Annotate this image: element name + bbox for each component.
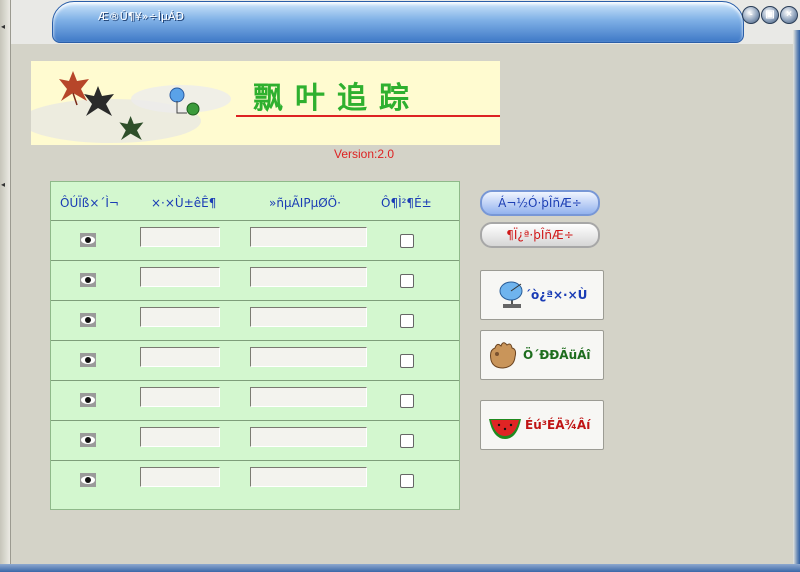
arrow-left-icon: ◂ — [1, 180, 6, 189]
table-row — [51, 340, 459, 381]
track-id-field[interactable] — [140, 347, 220, 367]
minimize-button[interactable]: - — [742, 6, 760, 24]
window-title: Æ®Û¶¥»÷ÌµÁÐ — [98, 10, 185, 23]
remote-checkbox[interactable] — [400, 474, 414, 488]
table-row — [51, 380, 459, 421]
track-id-field[interactable] — [140, 467, 220, 487]
eye-icon — [80, 273, 96, 287]
connect-server-button[interactable]: Á¬½Ó·þÎñÆ÷ — [480, 190, 600, 216]
eye-icon — [80, 473, 96, 487]
tracking-table: ÔÚÏß×´Ì¬ ×·×Ù±êÊ¶ »ñµÃIPµØÖ· Ô¶Ì²¶É± — [50, 181, 460, 510]
track-id-field[interactable] — [140, 427, 220, 447]
ip-address-field[interactable] — [250, 267, 367, 287]
watermelon-icon — [489, 419, 521, 439]
track-id-field[interactable] — [140, 267, 220, 287]
ip-address-field[interactable] — [250, 427, 367, 447]
title-bar[interactable]: Æ®Û¶¥»÷ÌµÁÐ - ▣ × — [0, 0, 800, 44]
track-id-field[interactable] — [140, 227, 220, 247]
version-label: Version:2.0 — [334, 147, 395, 161]
app-window: Æ®Û¶¥»÷ÌµÁÐ - ▣ × ◂ ◂ 飘叶追踪 Version:2.0 Ô… — [0, 0, 800, 572]
generate-trojan-button[interactable]: Éú³ÉÄ¾Âí — [480, 400, 604, 450]
arrow-left-icon: ◂ — [1, 22, 6, 31]
brand-underline — [236, 115, 500, 117]
bottom-window-edge — [0, 564, 800, 572]
ip-address-field[interactable] — [250, 347, 367, 367]
ip-address-field[interactable] — [250, 387, 367, 407]
left-window-edge: ◂ ◂ — [0, 0, 11, 572]
remote-checkbox[interactable] — [400, 274, 414, 288]
right-window-edge — [793, 30, 800, 572]
track-id-field[interactable] — [140, 387, 220, 407]
table-row — [51, 460, 459, 501]
remote-checkbox[interactable] — [400, 434, 414, 448]
table-row — [51, 260, 459, 301]
eye-icon — [80, 393, 96, 407]
satellite-dish-icon — [499, 281, 523, 308]
header-remote-action: Ô¶Ì²¶É± — [381, 196, 432, 210]
ip-address-field[interactable] — [250, 227, 367, 247]
eye-icon — [80, 353, 96, 367]
eye-icon — [80, 313, 96, 327]
table-row — [51, 300, 459, 341]
remote-checkbox[interactable] — [400, 354, 414, 368]
ip-address-field[interactable] — [250, 307, 367, 327]
generate-trojan-label: Éú³ÉÄ¾Âí — [525, 418, 591, 432]
eye-icon — [80, 233, 96, 247]
header-track-id: ×·×Ù±êÊ¶ — [151, 196, 217, 210]
leaves-decoration-icon — [31, 71, 231, 143]
table-row — [51, 220, 459, 261]
open-track-button[interactable]: ´ò¿ª×·×Ù — [480, 270, 604, 320]
disconnect-server-button[interactable]: ¶Ï¿ª·þÎñÆ÷ — [480, 222, 600, 248]
ip-address-field[interactable] — [250, 467, 367, 487]
execute-command-button[interactable]: Ö´ÐÐÃüÁî — [480, 330, 604, 380]
remote-checkbox[interactable] — [400, 234, 414, 248]
header-online-status: ÔÚÏß×´Ì¬ — [60, 196, 119, 210]
table-row — [51, 420, 459, 461]
eye-icon — [80, 433, 96, 447]
header-ip-address: »ñµÃIPµØÖ· — [269, 196, 341, 210]
brand-title: 飘叶追踪 — [253, 81, 421, 116]
execute-command-label: Ö´ÐÐÃüÁî — [523, 348, 591, 362]
hand-icon — [490, 342, 517, 369]
restore-button[interactable]: ▣ — [761, 6, 779, 24]
remote-checkbox[interactable] — [400, 314, 414, 328]
banner: 飘叶追踪 — [31, 61, 500, 145]
open-track-label: ´ò¿ª×·×Ù — [525, 288, 588, 302]
track-id-field[interactable] — [140, 307, 220, 327]
window-controls: - ▣ × — [742, 6, 798, 24]
remote-checkbox[interactable] — [400, 394, 414, 408]
close-button[interactable]: × — [780, 6, 798, 24]
